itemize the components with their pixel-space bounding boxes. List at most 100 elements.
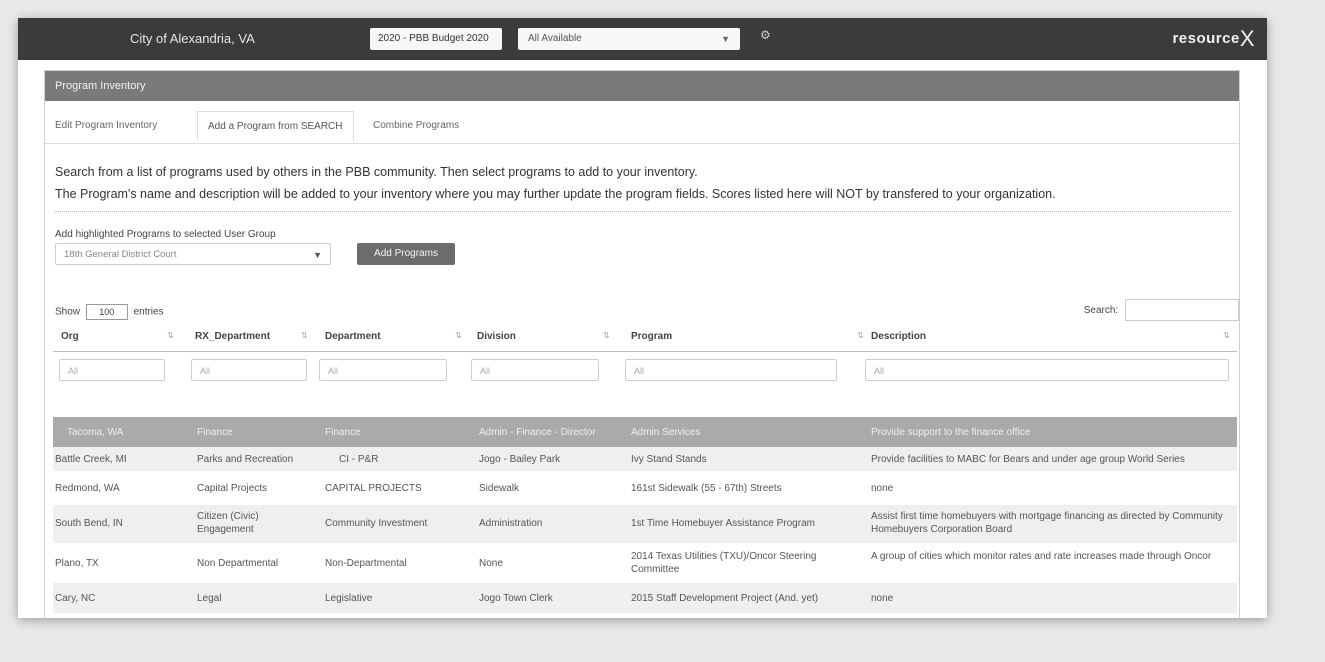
- column-header-org-label: Org: [61, 331, 79, 342]
- cell-org: Battle Creek, MI: [55, 454, 127, 465]
- top-navigation-bar: City of Alexandria, VA 2020 - PBB Budget…: [18, 18, 1267, 60]
- cell-division: Sidewalk: [479, 483, 520, 494]
- sort-icon: ⇅: [1223, 331, 1230, 340]
- settings-link[interactable]: ⚙: [760, 28, 880, 42]
- filter-department-input[interactable]: All: [319, 359, 447, 381]
- cell-program: 161st Sidewalk (55 - 67th) Streets: [631, 483, 782, 494]
- cell-department: CI - P&R: [339, 454, 379, 465]
- availability-dropdown-value: All Available: [528, 33, 582, 44]
- entries-label: entries: [133, 306, 164, 318]
- tab-edit-program-inventory[interactable]: Edit Program Inventory: [45, 111, 167, 141]
- cell-org: Cary, NC: [55, 593, 96, 604]
- cell-description: A group of cities which monitor rates an…: [871, 551, 1212, 562]
- cell-division: Jogo Town Clerk: [479, 593, 553, 604]
- panel-title: Program Inventory: [45, 71, 1239, 101]
- search-input[interactable]: [1125, 299, 1239, 321]
- brand-logo-text: resource: [1172, 30, 1240, 47]
- filter-description-input[interactable]: All: [865, 359, 1229, 381]
- cell-rx-department: Capital Projects: [197, 483, 268, 494]
- entries-select[interactable]: 100: [85, 304, 128, 320]
- table-header: Org ⇅ RX_Department ⇅ Department ⇅ Division…: [53, 325, 1237, 352]
- tab-bar: Edit Program Inventory Add a Program fro…: [45, 101, 1239, 144]
- filter-program-input[interactable]: All: [625, 359, 837, 381]
- cell-program: 1st Time Homebuyer Assistance Program: [631, 518, 815, 529]
- cell-rx-department: Citizen (Civic) Engagement: [197, 511, 259, 535]
- cell-org: Tacoma, WA: [67, 427, 124, 438]
- sort-icon: ⇅: [857, 331, 864, 340]
- budget-selector[interactable]: 2020 - PBB Budget 2020: [370, 28, 502, 50]
- sort-icon: ⇅: [603, 331, 610, 340]
- sort-icon: ⇅: [455, 331, 462, 340]
- search-label: Search:: [1083, 304, 1119, 316]
- program-inventory-panel: Program Inventory Edit Program Inventory…: [44, 70, 1240, 618]
- cell-department: Finance: [325, 427, 361, 438]
- cell-program: Admin Services: [631, 427, 701, 438]
- entries-length-control: Show 100 entries: [55, 304, 164, 320]
- tab-combine-programs[interactable]: Combine Programs: [363, 111, 469, 141]
- chevron-down-icon: ▼: [721, 34, 730, 44]
- table-row[interactable]: South Bend, IN Citizen (Civic) Engagemen…: [53, 505, 1237, 543]
- brand-logo: resourceX: [1172, 26, 1255, 52]
- table-row[interactable]: Battle Creek, MI Parks and Recreation CI…: [53, 447, 1237, 471]
- chevron-down-icon: ▼: [313, 250, 322, 260]
- column-filters: All All All All All All: [53, 355, 1237, 385]
- column-header-org[interactable]: Org ⇅: [61, 331, 174, 342]
- gear-icon: ⚙: [760, 28, 771, 42]
- user-group-select-value: 18th General District Court: [64, 249, 177, 260]
- user-group-label: Add highlighted Programs to selected Use…: [55, 229, 276, 240]
- column-header-description[interactable]: Description ⇅: [871, 331, 1230, 342]
- brand-logo-x: X: [1239, 26, 1255, 51]
- tab-add-program-from-search[interactable]: Add a Program from SEARCH: [197, 111, 354, 141]
- filter-rx-department-input[interactable]: All: [191, 359, 307, 381]
- cell-rx-department: Non Departmental: [197, 558, 279, 569]
- cell-description: Provide support to the finance office: [871, 427, 1031, 438]
- cell-department: CAPITAL PROJECTS: [325, 483, 422, 494]
- cell-department: Non-Departmental: [325, 558, 407, 569]
- column-header-description-label: Description: [871, 331, 927, 342]
- intro-line-2: The Program's name and description will …: [55, 187, 1056, 201]
- cell-org: South Bend, IN: [55, 518, 123, 529]
- cell-rx-department: Finance: [197, 427, 233, 438]
- cell-description: none: [871, 593, 894, 604]
- column-header-division[interactable]: Division ⇅: [477, 331, 610, 342]
- cell-division: Jogo - Bailey Park: [479, 454, 561, 465]
- cell-department: Community Investment: [325, 518, 428, 529]
- column-header-department-label: Department: [325, 331, 381, 342]
- cell-description: Assist first time homebuyers with mortga…: [871, 511, 1223, 535]
- app-window: City of Alexandria, VA 2020 - PBB Budget…: [18, 18, 1267, 618]
- table-row[interactable]: Redmond, WA Capital Projects CAPITAL PRO…: [53, 471, 1237, 505]
- column-header-program[interactable]: Program ⇅: [631, 331, 864, 342]
- divider: [55, 211, 1231, 212]
- availability-dropdown[interactable]: All Available ▼: [518, 28, 740, 50]
- table-search: Search:: [1084, 299, 1239, 321]
- cell-description: Provide facilities to MABC for Bears and…: [871, 454, 1185, 465]
- organization-name[interactable]: City of Alexandria, VA: [130, 31, 255, 46]
- column-header-rx-department[interactable]: RX_Department ⇅: [195, 331, 308, 342]
- filter-org-input[interactable]: All: [59, 359, 165, 381]
- table-row[interactable]: Plano, TX Non Departmental Non-Departmen…: [53, 543, 1237, 583]
- column-header-department[interactable]: Department ⇅: [325, 331, 462, 342]
- cell-description: none: [871, 483, 894, 494]
- add-programs-button[interactable]: Add Programs: [357, 243, 455, 265]
- cell-rx-department: Legal: [197, 593, 222, 604]
- cell-rx-department: Parks and Recreation: [197, 454, 294, 465]
- filter-division-input[interactable]: All: [471, 359, 599, 381]
- intro-text: Search from a list of programs used by o…: [55, 161, 1235, 205]
- cell-program: 2015 Staff Development Project (And. yet…: [631, 593, 819, 604]
- table-row[interactable]: Tacoma, WA Finance Finance Admin - Finan…: [53, 417, 1237, 447]
- cell-division: Administration: [479, 518, 543, 529]
- cell-division: None: [479, 558, 503, 569]
- cell-program: 2014 Texas Utilities (TXU)/Oncor Steerin…: [631, 551, 817, 575]
- table-row[interactable]: Cary, NC Legal Legislative Jogo Town Cle…: [53, 583, 1237, 613]
- column-header-division-label: Division: [477, 331, 516, 342]
- user-group-select[interactable]: 18th General District Court ▼: [55, 243, 331, 265]
- intro-line-1: Search from a list of programs used by o…: [55, 165, 698, 179]
- cell-department: Legislative: [325, 593, 373, 604]
- cell-division: Admin - Finance - Director: [479, 427, 596, 438]
- cell-program: Ivy Stand Stands: [631, 454, 707, 465]
- cell-org: Redmond, WA: [55, 483, 120, 494]
- sort-icon: ⇅: [301, 331, 308, 340]
- column-header-rx-department-label: RX_Department: [195, 331, 271, 342]
- sort-icon: ⇅: [167, 331, 174, 340]
- show-label: Show: [55, 306, 81, 318]
